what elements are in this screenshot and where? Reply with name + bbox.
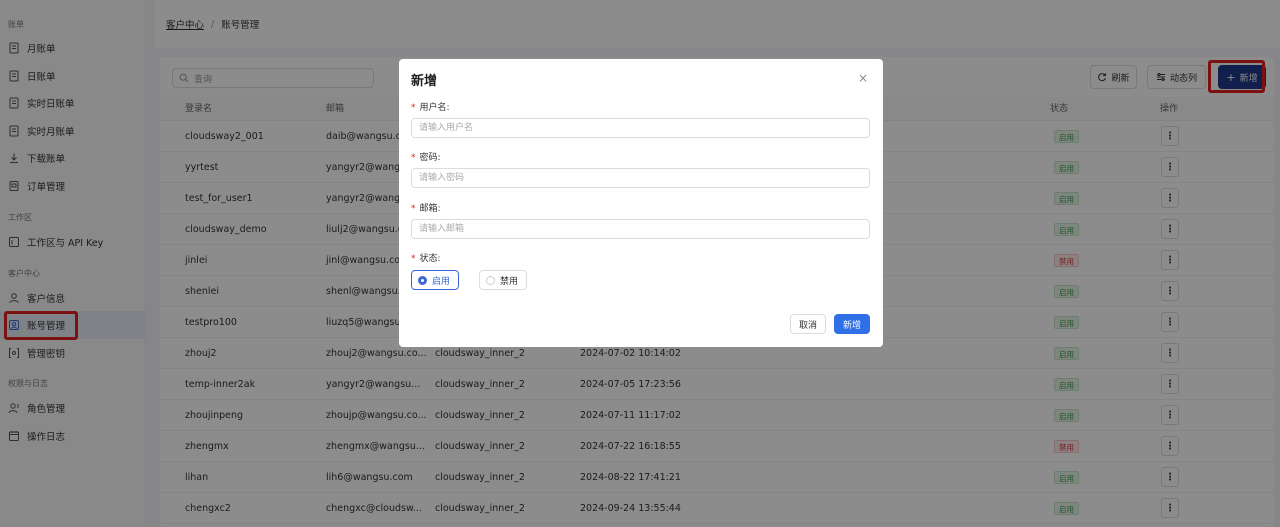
password-label-text: 密码: [419, 153, 441, 163]
status-option-enabled-label: 启用 [432, 276, 451, 287]
status-radio-disabled[interactable]: 禁用 [479, 270, 527, 290]
password-label: * 密码: [411, 150, 441, 163]
email-label: * 邮箱: [411, 201, 441, 214]
status-label-text: 状态: [419, 254, 441, 264]
required-mark: * [411, 153, 416, 163]
status-radio-enabled[interactable]: 启用 [411, 270, 459, 290]
cancel-button[interactable]: 取消 [790, 314, 826, 334]
status-label: * 状态: [411, 251, 441, 264]
add-account-dialog: 新增 × *用户名: *密码: *邮箱: *状态: 启用 禁用 取消 新增 [399, 59, 883, 347]
required-mark: * [411, 103, 416, 113]
required-mark: * [411, 204, 416, 214]
password-input[interactable] [411, 168, 870, 188]
required-mark: * [411, 254, 416, 264]
radio-checked-icon [418, 275, 427, 285]
radio-unchecked-icon [486, 275, 495, 285]
username-input[interactable] [411, 118, 870, 138]
username-label: * 用户名: [411, 100, 450, 113]
username-label-text: 用户名: [419, 103, 450, 113]
email-input[interactable] [411, 219, 870, 239]
dialog-title: 新增 [411, 74, 438, 89]
close-icon[interactable]: × [858, 71, 868, 85]
status-option-disabled-label: 禁用 [500, 276, 519, 287]
email-label-text: 邮箱: [419, 204, 441, 214]
submit-button[interactable]: 新增 [834, 314, 870, 334]
